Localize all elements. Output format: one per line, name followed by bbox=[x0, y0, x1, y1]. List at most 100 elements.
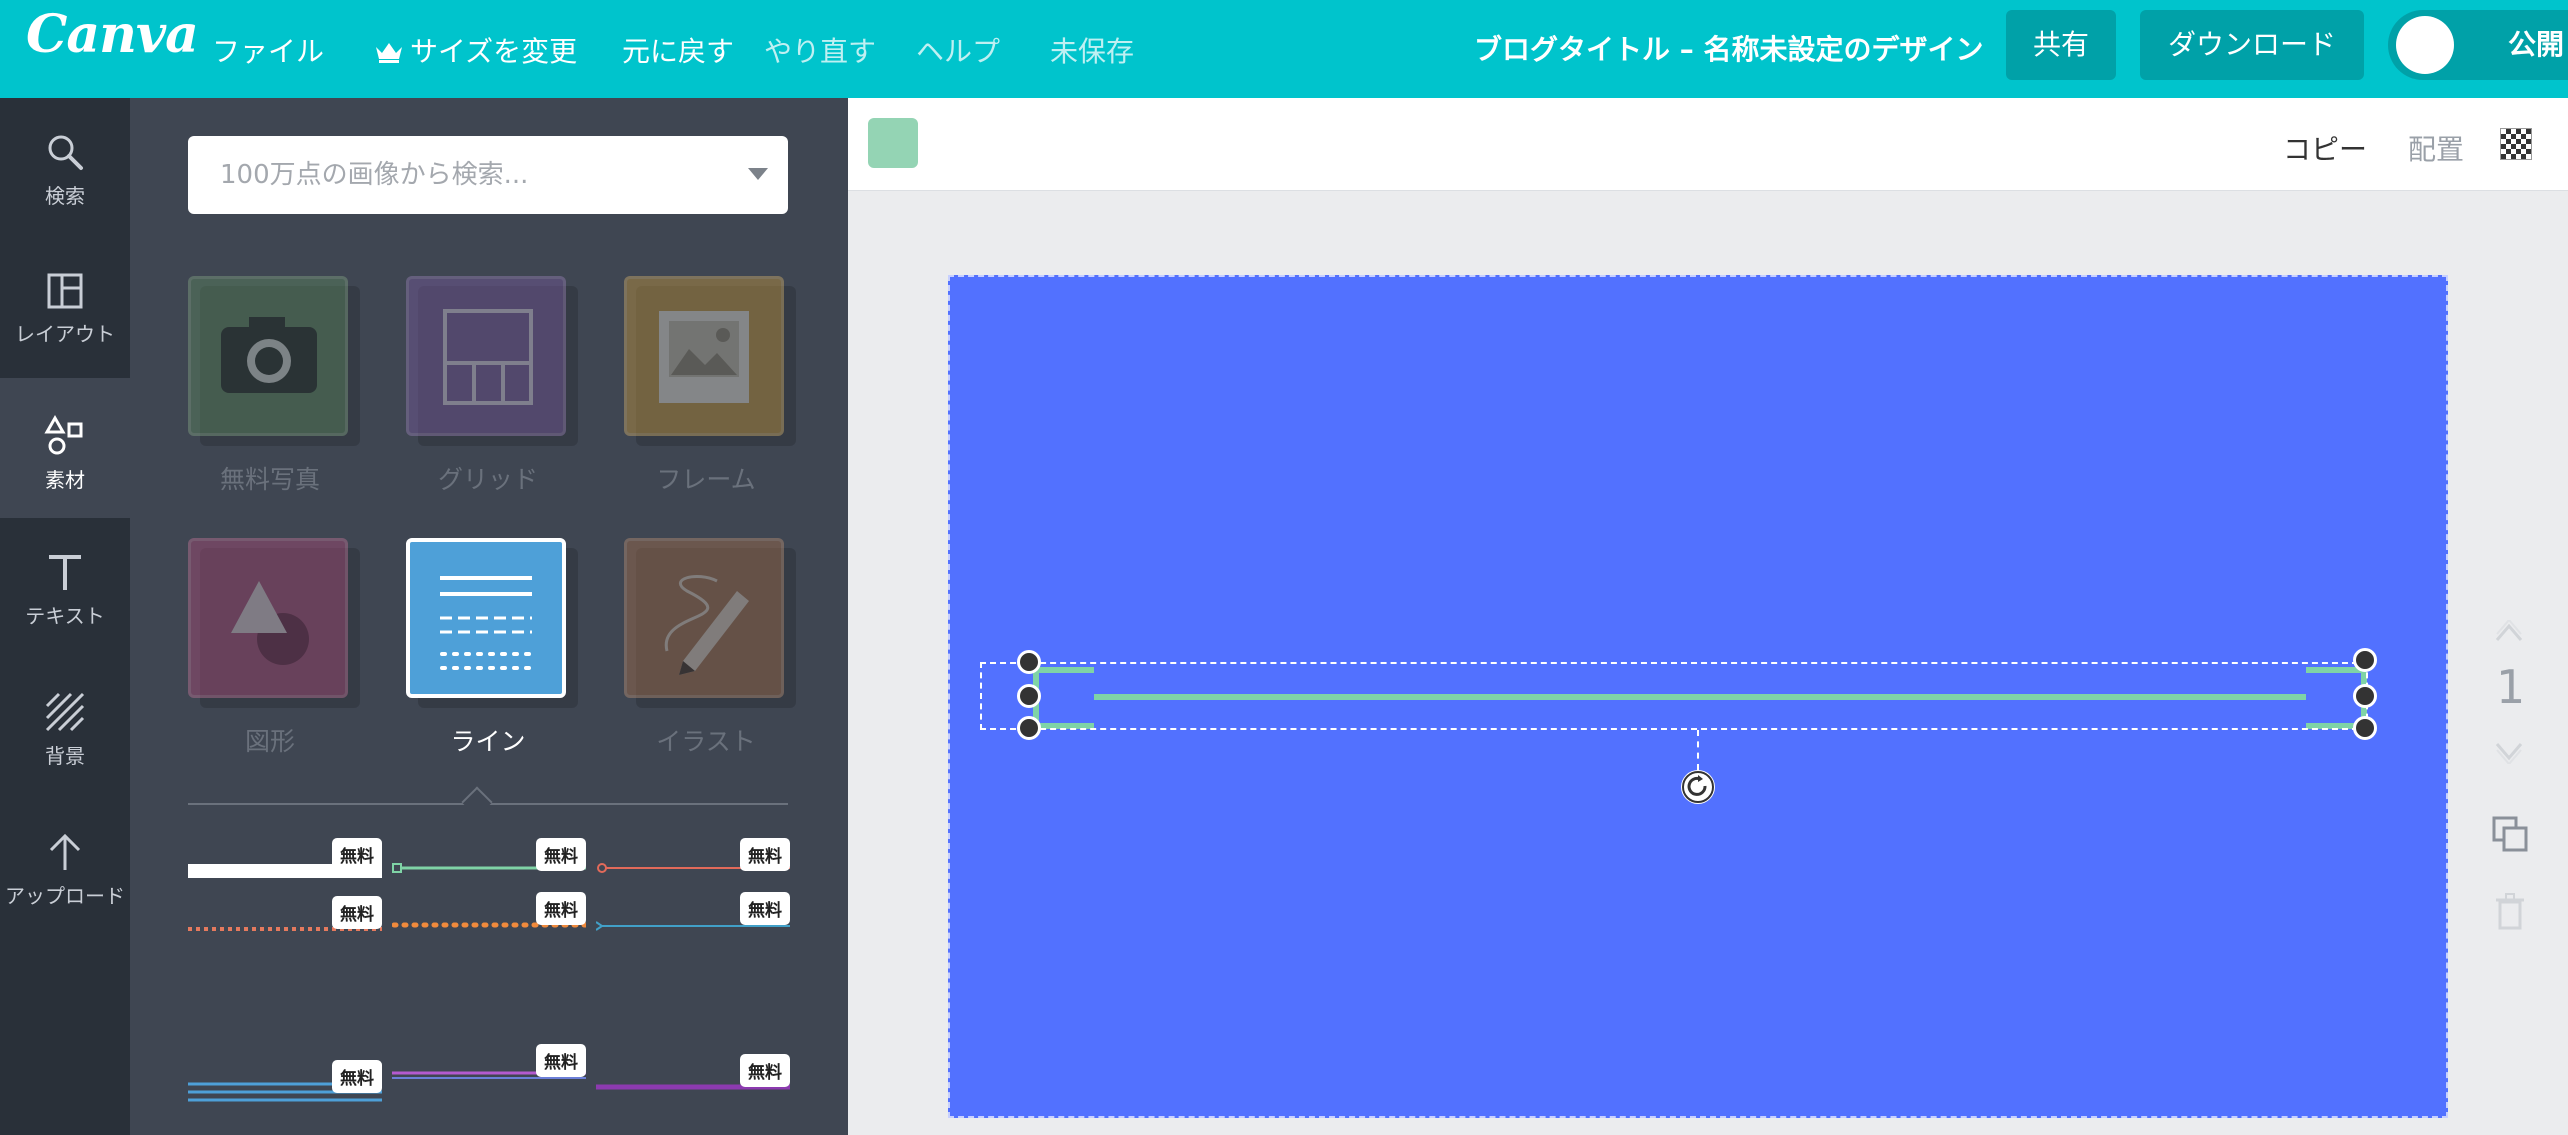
rail-item-elements[interactable]: 素材 bbox=[0, 378, 130, 518]
canva-logo[interactable]: Canva bbox=[26, 4, 199, 65]
resize-handle[interactable] bbox=[1017, 650, 1041, 674]
resize-handle[interactable] bbox=[2353, 716, 2377, 740]
category-label: ライン bbox=[450, 727, 526, 756]
top-bar: Canva ファイル サイズを変更 元に戻す やり直す ヘルプ 未保存 ブログタ… bbox=[0, 0, 2568, 98]
free-badge: 無料 bbox=[332, 896, 382, 929]
free-badge: 無料 bbox=[740, 892, 790, 925]
category-shapes[interactable]: 図形 bbox=[188, 538, 360, 758]
line-item[interactable]: 無料 bbox=[188, 896, 382, 946]
free-badge: 無料 bbox=[740, 838, 790, 871]
publish-label: 公開 bbox=[2508, 28, 2565, 61]
rail-label: レイアウト bbox=[15, 322, 115, 346]
background-icon bbox=[45, 692, 85, 732]
rail-label: テキスト bbox=[25, 604, 105, 628]
publish-toggle[interactable]: 公開 bbox=[2388, 10, 2568, 80]
page-number: 1 bbox=[2496, 660, 2526, 714]
copy-button[interactable]: コピー bbox=[2283, 128, 2367, 168]
layout-icon bbox=[47, 273, 83, 309]
chevron-down-icon[interactable] bbox=[748, 168, 768, 180]
document-title[interactable]: ブログタイトル – 名称未設定のデザイン bbox=[1474, 28, 1984, 68]
line-item[interactable]: 無料 bbox=[392, 838, 586, 888]
search-icon bbox=[48, 135, 83, 170]
resize-menu[interactable]: サイズを変更 bbox=[374, 30, 577, 70]
category-label: イラスト bbox=[656, 727, 756, 756]
line-item[interactable]: 無料 bbox=[392, 892, 586, 942]
section-divider bbox=[188, 786, 788, 818]
chevron-down-icon[interactable] bbox=[2494, 740, 2524, 764]
line-item[interactable]: 無料 bbox=[596, 892, 790, 942]
text-icon bbox=[49, 555, 81, 590]
line-item[interactable]: 無料 bbox=[188, 838, 382, 888]
line-item[interactable]: 無料 bbox=[596, 838, 790, 888]
line-item[interactable]: 無料 bbox=[596, 1054, 790, 1104]
pencil-icon bbox=[664, 574, 749, 675]
resize-handle[interactable] bbox=[2353, 648, 2377, 672]
category-tile bbox=[406, 276, 566, 436]
rail-item-search[interactable]: 検索 bbox=[0, 98, 130, 238]
rail-label: 背景 bbox=[45, 744, 85, 768]
crown-icon bbox=[376, 43, 402, 63]
upload-icon bbox=[49, 833, 81, 870]
grid-icon bbox=[443, 309, 533, 405]
resize-handle[interactable] bbox=[2353, 684, 2377, 708]
category-free-photos[interactable]: 無料写真 bbox=[188, 276, 360, 496]
frame-icon bbox=[659, 311, 749, 403]
rail-label: アップロード bbox=[5, 884, 125, 908]
free-badge: 無料 bbox=[536, 838, 586, 871]
line-item[interactable]: 無料 bbox=[188, 1060, 382, 1110]
image-search bbox=[188, 136, 788, 214]
rail-item-layout[interactable]: レイアウト bbox=[0, 238, 130, 378]
elements-panel: 無料写真 グリッド フレーム 図形 ライン イラスト bbox=[130, 98, 848, 1135]
file-menu[interactable]: ファイル bbox=[212, 30, 324, 70]
camera-icon bbox=[221, 317, 317, 393]
shapes-icon bbox=[231, 581, 309, 665]
rail-label: 検索 bbox=[45, 184, 85, 208]
search-input[interactable] bbox=[218, 154, 722, 196]
resize-handle[interactable] bbox=[1017, 684, 1041, 708]
free-badge: 無料 bbox=[332, 838, 382, 871]
free-badge: 無料 bbox=[332, 1060, 382, 1093]
redo-button[interactable]: やり直す bbox=[764, 30, 876, 70]
editor-toolbar: コピー 配置 bbox=[848, 98, 2568, 191]
category-grid[interactable]: グリッド bbox=[406, 276, 578, 496]
category-label: フレーム bbox=[656, 465, 756, 494]
category-tile bbox=[624, 276, 784, 436]
help-menu[interactable]: ヘルプ bbox=[916, 30, 1000, 70]
rotate-icon bbox=[1682, 771, 1714, 803]
rail-item-upload[interactable]: アップロード bbox=[0, 798, 130, 938]
elements-icon bbox=[44, 414, 83, 455]
line-item[interactable]: 無料 bbox=[392, 1044, 586, 1094]
free-badge: 無料 bbox=[536, 1044, 586, 1077]
toggle-knob bbox=[2396, 16, 2454, 74]
resize-handle[interactable] bbox=[1017, 716, 1041, 740]
category-tile bbox=[406, 538, 566, 698]
category-label: グリッド bbox=[437, 465, 538, 494]
category-tile bbox=[188, 276, 348, 436]
save-status: 未保存 bbox=[1050, 35, 1135, 68]
lines-icon bbox=[440, 576, 534, 670]
share-button[interactable]: 共有 bbox=[2006, 10, 2116, 80]
rail-item-background[interactable]: 背景 bbox=[0, 658, 130, 798]
arrange-button[interactable]: 配置 bbox=[2408, 128, 2464, 168]
chevron-up-icon[interactable] bbox=[2494, 620, 2524, 644]
resize-label: サイズを変更 bbox=[410, 35, 578, 68]
category-tile bbox=[188, 538, 348, 698]
download-button[interactable]: ダウンロード bbox=[2140, 10, 2364, 80]
rail-label: 素材 bbox=[45, 468, 85, 492]
duplicate-page-icon[interactable] bbox=[2490, 814, 2530, 854]
category-frames[interactable]: フレーム bbox=[624, 276, 796, 496]
free-badge: 無料 bbox=[536, 892, 586, 925]
rail-item-text[interactable]: テキスト bbox=[0, 518, 130, 658]
undo-button[interactable]: 元に戻す bbox=[622, 30, 734, 70]
color-swatch[interactable] bbox=[868, 118, 918, 168]
category-lines[interactable]: ライン bbox=[406, 538, 578, 758]
free-badge: 無料 bbox=[740, 1054, 790, 1087]
transparency-icon[interactable] bbox=[2500, 128, 2532, 160]
rotate-handle[interactable] bbox=[1681, 770, 1715, 804]
category-tile bbox=[624, 538, 784, 698]
category-label: 図形 bbox=[244, 727, 295, 756]
selection-box bbox=[980, 662, 2368, 730]
category-illustrations[interactable]: イラスト bbox=[624, 538, 796, 758]
trash-icon[interactable] bbox=[2494, 892, 2526, 932]
category-label: 無料写真 bbox=[219, 465, 320, 494]
